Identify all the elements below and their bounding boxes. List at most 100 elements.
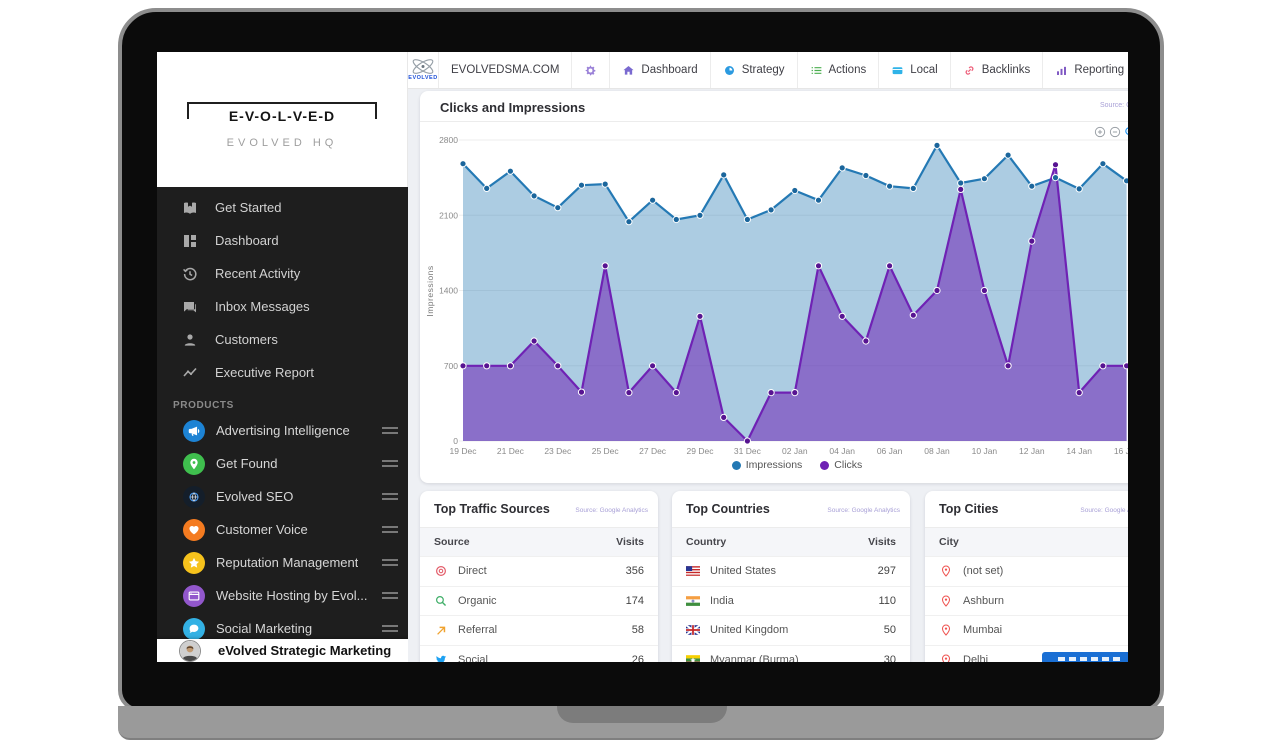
- row-label: Ashburn: [963, 595, 1128, 607]
- sidebar-menu-item[interactable]: Dashboard: [157, 224, 408, 257]
- nav-item[interactable]: EVOLVEDSMA.COM: [439, 52, 572, 88]
- app-screen: E-V-O-L-V-E-D EVOLVED HQ Get Started Das…: [157, 52, 1128, 662]
- table-header-row: Country Visits: [672, 528, 910, 556]
- column-header: Visits: [868, 536, 896, 548]
- nav-item[interactable]: Actions: [798, 52, 880, 88]
- row-value: 356: [626, 565, 644, 577]
- nav-item-label: EVOLVEDSMA.COM: [451, 64, 559, 76]
- row-label: Referral: [458, 624, 632, 636]
- drag-handle-icon[interactable]: [382, 490, 398, 503]
- product-item[interactable]: Website Hosting by Evol...: [157, 579, 408, 612]
- clicks-point: [484, 363, 490, 369]
- x-tick-label: 14 Jan: [1066, 446, 1092, 456]
- nav-item-label: Strategy: [742, 64, 785, 76]
- row-label: Mumbai: [963, 624, 1128, 636]
- clicks-point: [792, 390, 798, 396]
- drag-handle-icon[interactable]: [382, 457, 398, 470]
- top-traffic-sources-card: Top Traffic Sources Source: Google Analy…: [420, 491, 658, 662]
- account-bar[interactable]: eVolved Strategic Marketing: [157, 639, 408, 662]
- nav-item[interactable]: Dashboard: [610, 52, 710, 88]
- impressions-point: [815, 197, 821, 203]
- nav-item[interactable]: Local: [879, 52, 951, 88]
- product-label: Website Hosting by Evol...: [216, 588, 368, 603]
- brand-logo[interactable]: EVOLVED: [408, 52, 439, 88]
- clicks-point: [981, 287, 987, 293]
- clicks-point: [958, 186, 964, 192]
- impressions-point: [460, 161, 466, 167]
- product-item[interactable]: Reputation Management: [157, 546, 408, 579]
- products-section-header: PRODUCTS: [173, 400, 408, 411]
- drag-handle-icon[interactable]: [382, 523, 398, 536]
- clicks-impressions-chart[interactable]: 0700140021002800Impressions19 Dec21 Dec2…: [420, 131, 1128, 461]
- drag-handle-icon[interactable]: [382, 424, 398, 437]
- sidebar-menu-item[interactable]: Inbox Messages: [157, 290, 408, 323]
- chat-widget-badge[interactable]: [1042, 652, 1128, 662]
- sidebar-menu-item[interactable]: Customers: [157, 323, 408, 356]
- nav-item[interactable]: Strategy: [711, 52, 798, 88]
- impressions-point: [484, 185, 490, 191]
- card-source-label: Source: Google Analytics: [827, 507, 900, 514]
- impressions-point: [555, 205, 561, 211]
- clicks-point: [839, 313, 845, 319]
- megaphone-icon: [183, 420, 205, 442]
- sidebar-menu-item[interactable]: Get Started: [157, 191, 408, 224]
- actions-icon: [810, 64, 823, 77]
- impressions-point: [531, 193, 537, 199]
- home-icon: [622, 64, 635, 77]
- impressions-point: [863, 172, 869, 178]
- column-header: Source: [434, 536, 470, 548]
- sidebar-menu-item[interactable]: Recent Activity: [157, 257, 408, 290]
- nav-item[interactable]: [572, 52, 610, 88]
- row-label: India: [710, 595, 878, 607]
- product-item[interactable]: Evolved SEO: [157, 480, 408, 513]
- clicks-point: [1100, 363, 1106, 369]
- nav-item[interactable]: Reporting: [1043, 52, 1128, 88]
- card-source-label: Source: Google Analytics: [1080, 507, 1128, 514]
- city-pin-icon: [939, 653, 953, 662]
- nav-item-label: Actions: [829, 64, 867, 76]
- x-tick-label: 12 Jan: [1019, 446, 1045, 456]
- account-name: eVolved Strategic Marketing: [218, 643, 391, 658]
- column-header: Visits: [616, 536, 644, 548]
- impressions-point: [650, 197, 656, 203]
- row-value: 174: [626, 595, 644, 607]
- impressions-point: [910, 185, 916, 191]
- y-tick-label: 0: [453, 436, 458, 446]
- organic-search-icon: [434, 594, 448, 608]
- y-tick-label: 2100: [439, 210, 458, 220]
- impressions-point: [1124, 178, 1129, 184]
- x-tick-label: 10 Jan: [972, 446, 998, 456]
- product-item[interactable]: Advertising Intelligence: [157, 414, 408, 447]
- impressions-point: [887, 183, 893, 189]
- product-item[interactable]: Customer Voice: [157, 513, 408, 546]
- backlinks-icon: [963, 64, 976, 77]
- chart-source-label: Source: Google Analytics: [1100, 102, 1128, 109]
- drag-handle-icon[interactable]: [382, 556, 398, 569]
- sidebar: E-V-O-L-V-E-D EVOLVED HQ Get Started Das…: [157, 52, 408, 662]
- x-tick-label: 06 Jan: [877, 446, 903, 456]
- table-body: United States 297 India 110: [672, 556, 910, 662]
- impressions-point: [578, 182, 584, 188]
- us-flag-icon: [686, 564, 700, 578]
- heart-icon: [183, 519, 205, 541]
- nav-item-label: Dashboard: [641, 64, 697, 76]
- row-value: 26: [632, 654, 644, 662]
- legend-item[interactable]: Impressions: [732, 459, 803, 471]
- local-icon: [891, 64, 904, 77]
- table-body: (not set) Ashburn: [925, 556, 1128, 662]
- drag-handle-icon[interactable]: [382, 622, 398, 635]
- impressions-point: [721, 172, 727, 178]
- x-tick-label: 21 Dec: [497, 446, 525, 456]
- nav-item[interactable]: Backlinks: [951, 52, 1044, 88]
- drag-handle-icon[interactable]: [382, 589, 398, 602]
- page: E-V-O-L-V-E-D EVOLVED HQ Get Started Das…: [0, 0, 1283, 750]
- legend-item[interactable]: Clicks: [820, 459, 862, 471]
- x-tick-label: 31 Dec: [734, 446, 762, 456]
- clicks-point: [673, 390, 679, 396]
- product-item[interactable]: Get Found: [157, 447, 408, 480]
- star-icon: [183, 552, 205, 574]
- sidebar-menu-item[interactable]: Executive Report: [157, 356, 408, 389]
- grid-icon: [182, 233, 198, 249]
- row-value: 58: [632, 624, 644, 636]
- trend-icon: [182, 365, 198, 381]
